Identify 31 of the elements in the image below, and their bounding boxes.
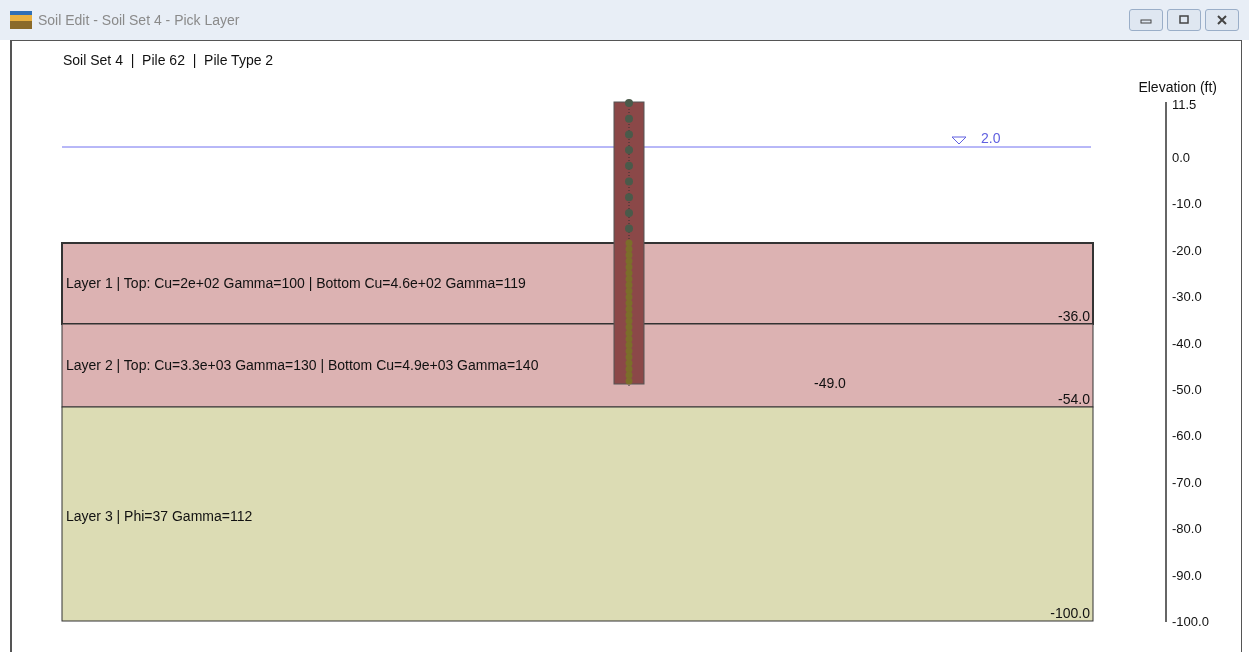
axis-tick-label: -30.0 [1172, 289, 1202, 305]
axis-tick-label: -60.0 [1172, 428, 1202, 444]
maximize-button[interactable] [1167, 9, 1201, 31]
soil-layer[interactable] [61, 242, 1094, 325]
diagram-header: Soil Set 4 | Pile 62 | Pile Type 2 [63, 52, 274, 68]
water-level-label: 2.0 [981, 130, 1001, 146]
axis-tick-label: 0.0 [1172, 150, 1191, 165]
axis-tick-label: 11.5 [1172, 96, 1197, 112]
layer-bottom-elevation: -54.0 [1058, 391, 1090, 407]
axis-tick-label: -40.0 [1172, 335, 1202, 351]
close-button[interactable] [1205, 9, 1239, 31]
layer-label: Layer 2 | Top: Cu=3.3e+03 Gamma=130 | Bottom Cu=4.9e+03 Gamma=140 [66, 356, 539, 373]
layer-label: Layer 1 | Top: Cu=2e+02 Gamma=100 | Bottom Cu=4.6e+02 Gamma=119 [66, 274, 526, 291]
soil-layer[interactable] [61, 323, 1094, 408]
axis-tick-label: -20.0 [1172, 242, 1202, 258]
axis-tick-label: -90.0 [1172, 567, 1202, 583]
pile-tip-elevation: -49.0 [814, 375, 846, 391]
layer-bottom-elevation: -36.0 [1058, 308, 1090, 324]
axis-tick-label: -70.0 [1172, 474, 1202, 490]
axis-tick-label: -50.0 [1172, 382, 1202, 397]
maximize-icon [1177, 15, 1191, 25]
layer-bottom-elevation: -100.0 [1050, 605, 1090, 621]
layer-label: Layer 3 | Phi=37 Gamma=112 [66, 508, 253, 524]
window-title: Soil Edit - Soil Set 4 - Pick Layer [38, 10, 240, 30]
axis-tick-label: -100.0 [1172, 614, 1209, 629]
axis-title: Elevation (ft) [1138, 79, 1217, 95]
axis-tick-label: -10.0 [1172, 196, 1202, 212]
water-level-icon [951, 136, 967, 145]
close-icon [1215, 15, 1229, 25]
axis-tick-label: -80.0 [1172, 521, 1202, 537]
app-icon [10, 11, 32, 29]
